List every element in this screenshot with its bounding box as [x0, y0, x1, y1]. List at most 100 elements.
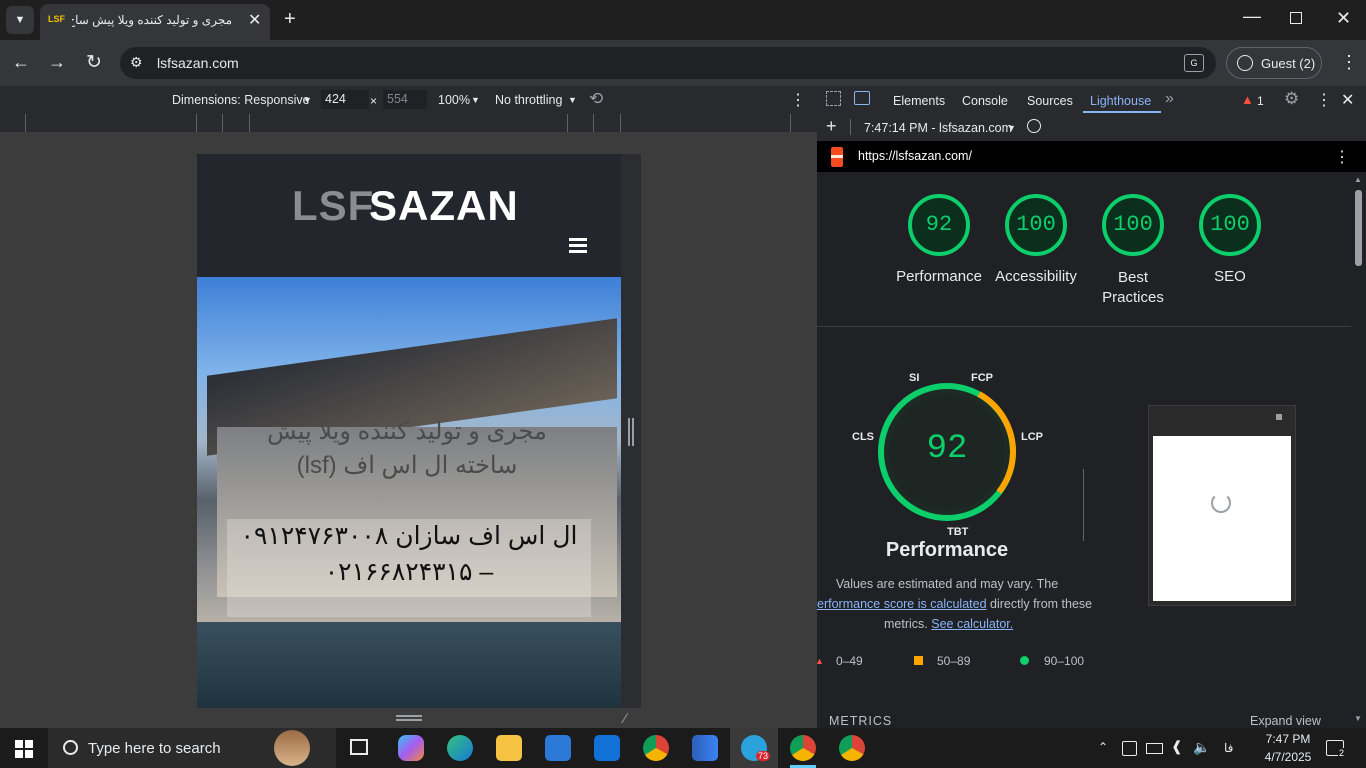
- profile-button[interactable]: Guest (2): [1226, 47, 1322, 79]
- chrome-menu-icon[interactable]: ⋮: [1340, 52, 1358, 73]
- reload-icon[interactable]: ↻: [86, 51, 102, 74]
- issues-count[interactable]: 1: [1257, 94, 1264, 108]
- throttling-dropdown[interactable]: No throttling: [495, 93, 562, 107]
- label-seo: SEO: [1214, 268, 1246, 285]
- browser-tab[interactable]: LSF مجری و تولید کننده ویلا پیش ساخ ✕: [40, 4, 270, 40]
- active-tab-indicator: [1083, 111, 1161, 113]
- chevron-down-icon: ▼: [471, 95, 480, 105]
- loading-spinner-icon: [1211, 493, 1231, 513]
- copilot-icon[interactable]: [398, 735, 424, 761]
- device-more-icon[interactable]: ⋮: [790, 90, 806, 110]
- tab-favicon: LSF: [48, 14, 65, 24]
- clock-date[interactable]: 4/7/2025: [1254, 750, 1322, 764]
- battery-icon[interactable]: [1146, 743, 1163, 754]
- device-toolbar: Dimensions: Responsive ▼ 424 × 554 100% …: [0, 86, 817, 115]
- outlook-icon[interactable]: [594, 735, 620, 761]
- profile-label: Guest (2): [1261, 56, 1316, 71]
- tab-console[interactable]: Console: [962, 94, 1008, 108]
- score-seo: 100: [1210, 212, 1250, 237]
- legend-average-icon: [914, 656, 923, 665]
- tray-app-icon[interactable]: [1122, 741, 1137, 756]
- device-toggle-icon[interactable]: [854, 91, 870, 105]
- translate-icon[interactable]: G: [1184, 54, 1204, 72]
- close-devtools-icon[interactable]: ✕: [1341, 90, 1354, 110]
- height-input[interactable]: 554: [383, 90, 427, 109]
- devtools-more-icon[interactable]: ⋮: [1316, 90, 1332, 110]
- taskbar-search-box[interactable]: Type here to search: [48, 728, 336, 768]
- scroll-up-icon[interactable]: ▲: [1354, 175, 1362, 184]
- resize-handle-right[interactable]: [628, 418, 634, 446]
- hamburger-menu-icon[interactable]: [569, 238, 587, 253]
- zoom-dropdown[interactable]: 100%: [438, 93, 470, 107]
- address-bar[interactable]: ⚙ lsfsazan.com G: [120, 47, 1216, 79]
- see-calculator-link[interactable]: See calculator.: [931, 617, 1013, 631]
- close-window-button[interactable]: ✕: [1336, 8, 1351, 29]
- resize-handle-bottom[interactable]: [396, 715, 422, 721]
- metric-tag-cls: CLS: [852, 431, 874, 443]
- language-indicator[interactable]: فا: [1224, 741, 1233, 755]
- tab-title: مجری و تولید کننده ویلا پیش ساخ: [72, 13, 232, 27]
- resize-handle-corner[interactable]: ∕: [624, 710, 626, 726]
- score-best-practices: 100: [1113, 212, 1153, 237]
- report-scrollbar[interactable]: ▲ ▼: [1351, 172, 1366, 728]
- tab-search-button[interactable]: ▼: [6, 6, 34, 34]
- site-logo-sazan[interactable]: SAZAN: [369, 182, 519, 230]
- inspect-element-icon[interactable]: [826, 91, 841, 106]
- task-view-icon[interactable]: [350, 739, 368, 755]
- edge-icon[interactable]: [447, 735, 473, 761]
- tab-elements[interactable]: Elements: [893, 94, 945, 108]
- analytics-icon[interactable]: [692, 735, 718, 761]
- width-input[interactable]: 424: [321, 90, 369, 109]
- new-tab-button[interactable]: +: [284, 8, 296, 31]
- start-windows-icon[interactable]: [15, 740, 33, 758]
- taskbar-search-placeholder: Type here to search: [88, 740, 221, 757]
- volume-icon[interactable]: 🔈: [1193, 739, 1210, 756]
- perf-note-line2: erformance score is calculated directly …: [817, 597, 1092, 611]
- final-screenshot-frame[interactable]: [1148, 405, 1296, 606]
- score-accessibility: 100: [1016, 212, 1056, 237]
- emulated-page[interactable]: LSF SAZAN مجری و تولید کننده ویلا پیش سا…: [197, 154, 621, 708]
- report-url[interactable]: https://lsfsazan.com/: [858, 149, 972, 163]
- expand-view-toggle[interactable]: Expand view: [1250, 714, 1321, 728]
- legend-fail-icon: ▲: [815, 656, 824, 666]
- clock-time[interactable]: 7:47 PM: [1258, 732, 1318, 746]
- chevron-down-icon: ▼: [568, 95, 577, 105]
- search-highlight-icon[interactable]: [274, 730, 310, 766]
- chrome-profile-icon[interactable]: [643, 735, 669, 761]
- tab-close-icon[interactable]: ✕: [248, 10, 261, 30]
- hero-phone-line1: ال اس اف سازان ۰۹۱۲۴۷۶۳۰۰۸: [240, 522, 578, 550]
- tab-sources[interactable]: Sources: [1027, 94, 1073, 108]
- report-url-bar: https://lsfsazan.com/ ⋮: [817, 141, 1366, 172]
- back-arrow-icon[interactable]: ←: [12, 52, 30, 73]
- score-calculated-link[interactable]: erformance score is calculated: [817, 597, 987, 611]
- forward-arrow-icon[interactable]: →: [48, 52, 66, 73]
- more-tabs-icon[interactable]: »: [1165, 90, 1174, 108]
- restore-button[interactable]: [1290, 12, 1302, 24]
- clear-reports-icon[interactable]: [1027, 119, 1041, 133]
- microsoft-store-icon[interactable]: [545, 735, 571, 761]
- settings-gear-icon[interactable]: ⚙: [1284, 89, 1299, 109]
- tray-chevron-icon[interactable]: ⌃: [1098, 740, 1108, 754]
- label-accessibility: Accessibility: [995, 268, 1077, 285]
- report-menu-icon[interactable]: ⋮: [1334, 147, 1350, 167]
- telegram-taskbar-button[interactable]: 73: [730, 728, 778, 768]
- wifi-icon[interactable]: ❰: [1171, 738, 1183, 755]
- metric-tag-fcp: FCP: [971, 372, 993, 384]
- chrome-icon[interactable]: [790, 735, 816, 761]
- chevron-down-icon: ▼: [1007, 123, 1016, 133]
- file-explorer-icon[interactable]: [496, 735, 522, 761]
- report-selector[interactable]: 7:47:14 PM - lsfsazan.com: [864, 121, 1012, 135]
- chrome-guest-icon[interactable]: [839, 735, 865, 761]
- perf-note-rest: directly from these: [986, 597, 1093, 611]
- site-logo-lsf[interactable]: LSF: [292, 182, 374, 230]
- scroll-down-icon[interactable]: ▼: [1354, 714, 1362, 723]
- section-divider: [817, 326, 1351, 327]
- minimize-button[interactable]: —: [1243, 6, 1261, 27]
- new-report-icon[interactable]: +: [826, 116, 837, 137]
- scroll-thumb[interactable]: [1355, 190, 1362, 266]
- warning-icon[interactable]: ▲: [1241, 92, 1254, 107]
- rotate-icon[interactable]: ⟲: [589, 89, 603, 109]
- dimensions-dropdown[interactable]: Dimensions: Responsive: [172, 93, 310, 107]
- tab-lighthouse[interactable]: Lighthouse: [1090, 94, 1151, 108]
- site-info-icon[interactable]: ⚙: [130, 54, 143, 71]
